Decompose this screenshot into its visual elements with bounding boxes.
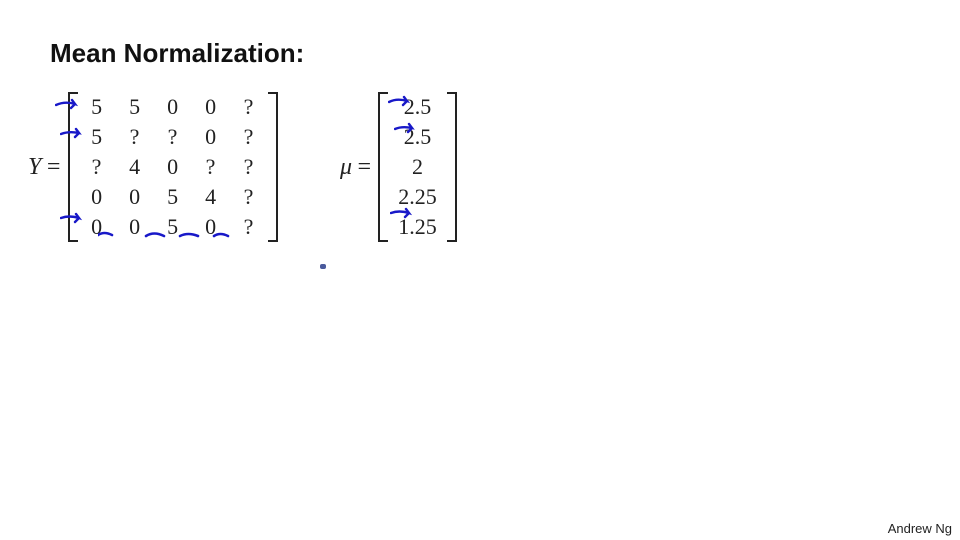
Y-cell: ? <box>230 92 268 122</box>
Y-cell: ? <box>230 122 268 152</box>
mu-left-bracket <box>378 92 388 242</box>
mu-symbol: μ <box>340 154 352 181</box>
Y-cell: ? <box>230 182 268 212</box>
Y-cell: ? <box>154 122 192 152</box>
equals-sign: = <box>45 154 61 181</box>
table-row: ? 4 0 ? ? <box>78 152 268 182</box>
mu-lhs: μ = <box>340 154 372 181</box>
arrow-icon <box>390 206 416 220</box>
equals-sign: = <box>356 154 372 181</box>
stray-mark <box>320 264 326 269</box>
arrow-icon <box>60 126 86 140</box>
Y-cell: 0 <box>192 122 230 152</box>
Y-cell: 4 <box>116 152 154 182</box>
arrow-icon <box>388 94 414 108</box>
mu-cell: 2 <box>388 152 447 182</box>
table-row: 2 <box>388 152 447 182</box>
arrow-icon <box>60 211 86 225</box>
Y-cell: ? <box>230 212 268 242</box>
Y-cell: 0 <box>192 212 230 242</box>
Y-cell: 5 <box>78 92 116 122</box>
Y-cell: 0 <box>154 92 192 122</box>
Y-cell: 5 <box>116 92 154 122</box>
table-row: 0 0 5 4 ? <box>78 182 268 212</box>
author-credit: Andrew Ng <box>888 521 952 536</box>
Y-cell: 0 <box>192 92 230 122</box>
Y-cell: 0 <box>116 212 154 242</box>
page-title: Mean Normalization: <box>50 38 304 69</box>
table-row: 5 ? ? 0 ? <box>78 122 268 152</box>
table-row: 5 5 0 0 ? <box>78 92 268 122</box>
equation-mu: μ = 2.5 2.5 2 2.25 1.25 <box>340 90 457 244</box>
mu-right-bracket <box>447 92 457 242</box>
arrow-icon <box>394 121 418 135</box>
Y-lhs: Y = <box>28 154 62 181</box>
Y-cell: ? <box>116 122 154 152</box>
Y-cell: ? <box>230 152 268 182</box>
arrow-icon <box>55 97 83 111</box>
Y-matrix: 5 5 0 0 ? 5 ? ? 0 ? ? 4 0 ? ? 0 <box>68 90 278 244</box>
Y-cell: 0 <box>154 152 192 182</box>
Y-cell: 4 <box>192 182 230 212</box>
Y-cell: 5 <box>154 212 192 242</box>
Y-matrix-table: 5 5 0 0 ? 5 ? ? 0 ? ? 4 0 ? ? 0 <box>78 92 268 242</box>
Y-cell: 0 <box>78 182 116 212</box>
Y-symbol: Y <box>28 154 41 181</box>
table-row: 0 0 5 0 ? <box>78 212 268 242</box>
Y-cell: ? <box>192 152 230 182</box>
Y-cell: ? <box>78 152 116 182</box>
Y-cell: 0 <box>116 182 154 212</box>
Y-cell: 5 <box>154 182 192 212</box>
mu-vector: 2.5 2.5 2 2.25 1.25 <box>378 90 457 244</box>
Y-right-bracket <box>268 92 278 242</box>
